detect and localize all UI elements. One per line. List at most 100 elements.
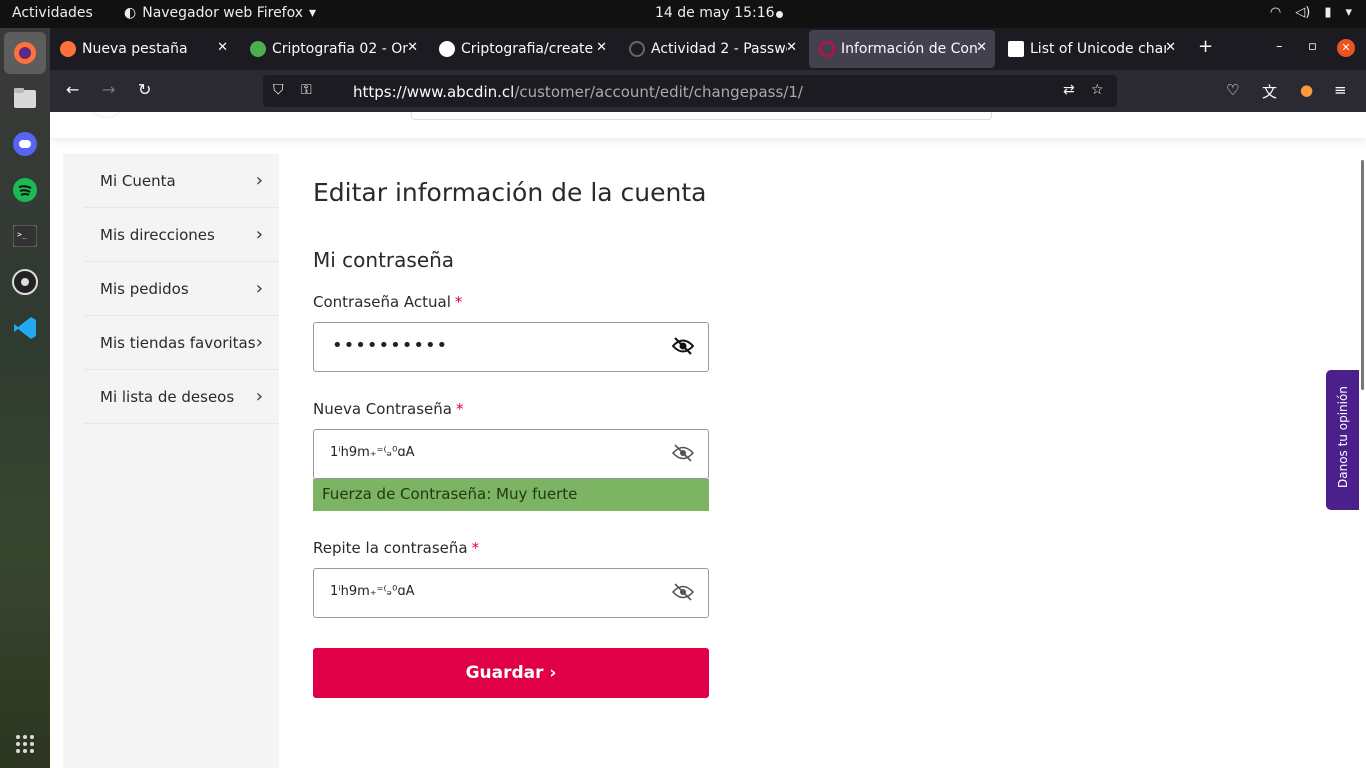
shield-icon[interactable]: ⛉ bbox=[273, 82, 284, 98]
repeat-password-label: Repite la contraseña * bbox=[313, 539, 479, 557]
wifi-icon: ◠ bbox=[1269, 5, 1282, 20]
chevron-down-icon: ▾ bbox=[1345, 5, 1352, 20]
required-mark: * bbox=[471, 539, 480, 557]
tab-label: Criptografia/create bbox=[461, 41, 594, 57]
close-icon[interactable]: ✕ bbox=[976, 40, 987, 55]
activities-button[interactable]: Actividades bbox=[12, 5, 93, 21]
terminal-icon[interactable]: >_ bbox=[9, 220, 41, 252]
github-icon bbox=[439, 41, 455, 57]
wikipedia-icon bbox=[1008, 41, 1024, 57]
chevron-right-icon: › bbox=[255, 224, 263, 245]
sidebar-item-mi-cuenta[interactable]: Mi Cuenta › bbox=[84, 154, 279, 208]
sidebar-item-label: Mi lista de deseos bbox=[100, 387, 235, 406]
chevron-right-icon: › bbox=[255, 170, 263, 191]
close-icon[interactable]: ✕ bbox=[407, 40, 418, 55]
pocket-icon[interactable]: ♡ bbox=[1226, 81, 1239, 99]
minimize-button[interactable]: – bbox=[1276, 39, 1283, 54]
sidebar-item-mis-pedidos[interactable]: Mis pedidos › bbox=[84, 262, 279, 316]
translate-icon[interactable]: ⇄ bbox=[1063, 82, 1075, 98]
search-box[interactable] bbox=[411, 112, 992, 120]
spotify-icon[interactable] bbox=[9, 174, 41, 206]
translate-extension-icon[interactable]: 文 bbox=[1262, 81, 1277, 102]
abcdin-icon bbox=[819, 41, 835, 57]
firefox-icon bbox=[60, 41, 76, 57]
app-menu[interactable]: ◐ Navegador web Firefox ▾ bbox=[124, 5, 316, 21]
feedback-label: Danos tu opinión bbox=[1336, 386, 1350, 488]
vscode-icon[interactable] bbox=[9, 312, 41, 344]
scrollbar[interactable] bbox=[1361, 160, 1364, 390]
url-bar[interactable]: ⛉ ⚿ https://www.abcdin.cl/customer/accou… bbox=[263, 75, 1117, 107]
close-icon[interactable]: ✕ bbox=[217, 40, 228, 55]
window-close-button[interactable]: ✕ bbox=[1337, 39, 1355, 57]
repeat-password-input[interactable]: 1ⁱh9m₊⁼⁽ₔ⁰ɑA bbox=[313, 568, 709, 618]
notification-dot bbox=[776, 11, 783, 18]
system-menu[interactable]: ◠ ◁) ▮ ▾ bbox=[1270, 5, 1352, 20]
close-icon[interactable]: ✕ bbox=[1165, 40, 1176, 55]
account-sidebar: Mi Cuenta › Mis direcciones › Mis pedidos ›… bbox=[63, 154, 279, 768]
overleaf-icon bbox=[250, 41, 266, 57]
sidebar-item-tiendas-favoritas[interactable]: Mis tiendas favoritas › bbox=[84, 316, 279, 370]
nav-bar: ← → ↻ ⛉ ⚿ https://www.abcdin.cl/customer… bbox=[50, 70, 1366, 112]
url-text[interactable]: https://www.abcdin.cl/customer/account/e… bbox=[353, 83, 803, 101]
back-button[interactable]: ← bbox=[66, 80, 79, 99]
save-button-label: Guardar bbox=[465, 663, 544, 683]
at-icon bbox=[629, 41, 645, 57]
new-password-input[interactable]: 1ⁱh9m₊⁼⁽ₔ⁰ɑA bbox=[313, 429, 709, 479]
sidebar-item-label: Mis pedidos bbox=[100, 279, 189, 298]
sidebar-item-mis-direcciones[interactable]: Mis direcciones › bbox=[84, 208, 279, 262]
chevron-right-icon: › bbox=[255, 332, 263, 353]
close-icon[interactable]: ✕ bbox=[786, 40, 797, 55]
chevron-right-icon: › bbox=[549, 663, 557, 683]
chevron-right-icon: › bbox=[255, 278, 263, 299]
tab-overleaf[interactable]: Criptografia 02 - On ✕ bbox=[240, 30, 426, 68]
sidebar-item-label: Mi Cuenta bbox=[100, 171, 176, 190]
tab-actividad[interactable]: Actividad 2 - Passwo ✕ bbox=[619, 30, 805, 68]
battery-icon: ▮ bbox=[1324, 5, 1332, 20]
site-header bbox=[50, 112, 1366, 138]
label-text: Repite la contraseña bbox=[313, 539, 468, 557]
browser-chrome: Nueva pestaña ✕ Criptografia 02 - On ✕ C… bbox=[50, 28, 1366, 112]
current-password-label: Contraseña Actual * bbox=[313, 293, 462, 311]
tab-wikipedia[interactable]: List of Unicode char ✕ bbox=[998, 30, 1184, 68]
forward-button[interactable]: → bbox=[102, 80, 115, 99]
firefox-dock-icon[interactable] bbox=[4, 32, 46, 74]
feedback-tab[interactable]: Danos tu opinión bbox=[1326, 370, 1359, 510]
reload-button[interactable]: ↻ bbox=[138, 80, 151, 99]
section-title: Mi contraseña bbox=[313, 248, 455, 272]
eye-slash-icon[interactable] bbox=[671, 336, 695, 360]
current-password-value: •••••••••• bbox=[332, 335, 449, 356]
eye-slash-icon[interactable] bbox=[671, 582, 695, 606]
discord-icon[interactable] bbox=[9, 128, 41, 160]
gnome-top-bar: Actividades ◐ Navegador web Firefox ▾ 14… bbox=[0, 0, 1366, 28]
svg-text:>_: >_ bbox=[17, 230, 27, 239]
url-host: https://www.abcdin.cl bbox=[353, 83, 515, 101]
maximize-button[interactable]: ▫ bbox=[1308, 39, 1317, 54]
tab-github[interactable]: Criptografia/create ✕ bbox=[429, 30, 615, 68]
current-password-input[interactable]: •••••••••• bbox=[313, 322, 709, 372]
close-icon[interactable]: ✕ bbox=[596, 40, 607, 55]
lock-icon[interactable]: ⚿ bbox=[301, 82, 312, 98]
logo-circle[interactable] bbox=[86, 112, 126, 118]
save-button[interactable]: Guardar › bbox=[313, 648, 709, 698]
obs-icon[interactable] bbox=[9, 266, 41, 298]
app-menu-label: Navegador web Firefox bbox=[142, 5, 304, 21]
tab-abcdin[interactable]: Información de Con ✕ bbox=[809, 30, 995, 68]
label-text: Contraseña Actual bbox=[313, 293, 451, 311]
extension-icon[interactable]: ● bbox=[1300, 81, 1313, 99]
new-tab-button[interactable]: + bbox=[1198, 36, 1213, 57]
firefox-icon: ◐ bbox=[124, 5, 137, 21]
clock[interactable]: 14 de may 15:16 bbox=[655, 5, 775, 21]
chevron-right-icon: › bbox=[255, 386, 263, 407]
menu-icon[interactable]: ≡ bbox=[1334, 81, 1347, 99]
bookmark-star-icon[interactable]: ☆ bbox=[1091, 82, 1104, 98]
sidebar-item-lista-deseos[interactable]: Mi lista de deseos › bbox=[84, 370, 279, 424]
tab-label: List of Unicode char bbox=[1030, 41, 1166, 57]
app-grid-icon[interactable] bbox=[9, 728, 41, 760]
web-page: Mi Cuenta › Mis direcciones › Mis pedidos ›… bbox=[50, 112, 1366, 768]
tab-nueva-pestana[interactable]: Nueva pestaña ✕ bbox=[50, 30, 236, 68]
eye-slash-icon[interactable] bbox=[671, 443, 695, 467]
sidebar-item-label: Mis direcciones bbox=[100, 225, 215, 244]
required-mark: * bbox=[454, 293, 463, 311]
files-icon[interactable] bbox=[9, 82, 41, 114]
required-mark: * bbox=[455, 400, 464, 418]
